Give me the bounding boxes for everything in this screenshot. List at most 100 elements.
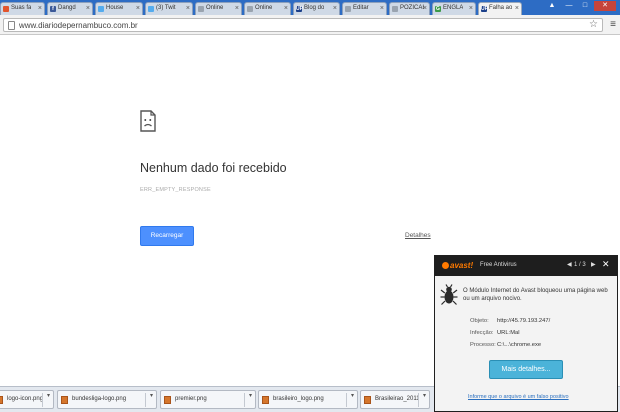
tab-label: House: [106, 5, 124, 11]
avast-row-object: Objeto: http://45.79.193.247/: [470, 317, 550, 325]
details-link[interactable]: Detalhes: [405, 232, 431, 239]
address-bar[interactable]: www.diariodepernambuco.com.br ☆: [3, 18, 603, 32]
tab-3[interactable]: House ×: [95, 2, 143, 15]
maximize-button[interactable]: □: [578, 1, 592, 11]
tab-label: Online: [255, 5, 273, 11]
tab-label: ENGLA: [443, 5, 464, 11]
row-value: http://45.79.193.247/: [497, 318, 551, 324]
tab-10[interactable]: G ENGLA ×: [432, 2, 476, 15]
divider: [346, 393, 347, 407]
image-file-icon: [364, 396, 371, 404]
tab-close-icon[interactable]: ×: [515, 3, 519, 14]
tab-label: Blog do: [304, 5, 325, 11]
page-icon: [8, 21, 15, 30]
close-window-button[interactable]: ✕: [594, 1, 616, 11]
image-file-icon: [0, 396, 3, 404]
tab-2[interactable]: f Dangd ×: [47, 2, 93, 15]
download-filename: logo-icon.png: [7, 396, 43, 402]
bookmark-star-icon[interactable]: ☆: [589, 19, 598, 31]
row-key: Infecção:: [470, 330, 494, 336]
download-filename: brasileiro_logo.png: [273, 396, 324, 402]
tab-5[interactable]: Online ×: [195, 2, 242, 15]
avast-logo: avast!: [442, 260, 473, 271]
download-item[interactable]: brasileiro_logo.png ▾: [258, 390, 358, 409]
error-title: Nenhum dado foi recebido: [140, 161, 287, 175]
tab-favicon-icon: [3, 6, 9, 12]
avast-row-process: Processo:C:\...\chrome.exe: [470, 341, 541, 349]
tab-7[interactable]: UP Blog do ×: [293, 2, 340, 15]
download-item[interactable]: bundesliga-logo.png ▾: [57, 390, 157, 409]
tab-1[interactable]: Suas fa ×: [0, 2, 45, 15]
reload-button[interactable]: Recarregar: [140, 226, 194, 246]
tab-favicon-icon: [247, 6, 253, 12]
avast-message: O Módulo Internet do Avast bloqueou uma …: [463, 288, 608, 302]
sad-page-icon: [140, 110, 156, 132]
bug-icon: [440, 284, 458, 305]
tab-favicon-icon: [198, 6, 204, 12]
row-value: C:\...\chrome.exe: [497, 342, 542, 348]
tab-favicon-icon: [392, 6, 398, 12]
tab-favicon-icon: [148, 6, 154, 12]
row-value: URL:Mal: [497, 330, 520, 336]
tab-close-icon[interactable]: ×: [284, 3, 288, 14]
tab-favicon-icon: UP: [296, 6, 303, 12]
download-item[interactable]: Brasileirao_2011_Lo...png ▾: [360, 390, 430, 409]
tab-favicon-icon: [98, 6, 104, 12]
url-text[interactable]: www.diariodepernambuco.com.br: [19, 20, 138, 31]
avast-row-infection: Infecção: URL:Mal: [470, 329, 520, 337]
avast-brand: avast!: [450, 261, 474, 270]
more-details-button[interactable]: Mais detalhes...: [489, 360, 563, 379]
tab-8[interactable]: Editar ×: [342, 2, 387, 15]
tab-6[interactable]: Online ×: [244, 2, 291, 15]
tab-close-icon[interactable]: ×: [423, 3, 427, 14]
tab-close-icon[interactable]: ×: [136, 3, 140, 14]
tab-close-icon[interactable]: ×: [86, 3, 90, 14]
download-item[interactable]: premier.png ▾: [160, 390, 256, 409]
avast-ball-icon: [442, 262, 449, 269]
tab-11[interactable]: UP Falha ao ×: [478, 2, 522, 15]
download-item[interactable]: logo-icon.png ▾: [0, 390, 54, 409]
avast-header: avast! Free Antivirus ◀ 1 / 3 ▶ ✕: [435, 256, 617, 276]
tab-close-icon[interactable]: ×: [186, 3, 190, 14]
tab-favicon-icon: [345, 6, 351, 12]
avast-close-icon[interactable]: ✕: [602, 259, 610, 270]
tab-label: POZICAI: [400, 5, 425, 11]
image-file-icon: [262, 396, 269, 404]
tab-label: Falha ao: [489, 5, 513, 11]
tab-close-icon[interactable]: ×: [235, 3, 239, 14]
browser-toolbar: www.diariodepernambuco.com.br ☆ ≡: [0, 15, 620, 35]
tab-close-icon[interactable]: ×: [38, 3, 42, 14]
previous-arrow-icon[interactable]: ◀: [567, 261, 572, 270]
error-code: ERR_EMPTY_RESPONSE: [140, 187, 211, 193]
chrome-menu-icon[interactable]: ≡: [610, 19, 616, 31]
download-filename: Brasileirao_2011_Lo...png: [375, 396, 419, 402]
user-menu-button[interactable]: ▲: [545, 1, 559, 11]
tab-close-icon[interactable]: ×: [469, 3, 473, 14]
minimize-button[interactable]: —: [562, 1, 576, 11]
next-arrow-icon[interactable]: ▶: [591, 261, 596, 270]
tab-label: Editar: [353, 5, 369, 11]
tab-close-icon[interactable]: ×: [380, 3, 384, 14]
tab-favicon-icon: f: [50, 6, 56, 12]
dropdown-arrow-icon[interactable]: ▾: [423, 392, 426, 399]
tab-9[interactable]: POZICAI ×: [389, 2, 430, 15]
tab-favicon-icon: G: [435, 6, 441, 12]
dropdown-arrow-icon[interactable]: ▾: [47, 392, 50, 399]
image-file-icon: [61, 396, 68, 404]
divider: [244, 393, 245, 407]
tab-4[interactable]: (3) Twit ×: [145, 2, 193, 15]
divider: [418, 393, 419, 407]
dropdown-arrow-icon[interactable]: ▾: [249, 392, 252, 399]
avast-popup: avast! Free Antivirus ◀ 1 / 3 ▶ ✕ O Módu…: [434, 255, 618, 412]
row-key: Processo:: [470, 342, 496, 348]
tab-label: (3) Twit: [156, 5, 176, 11]
tab-close-icon[interactable]: ×: [333, 3, 337, 14]
dropdown-arrow-icon[interactable]: ▾: [351, 392, 354, 399]
tab-label: Online: [206, 5, 224, 11]
tab-label: Dangd: [58, 5, 76, 11]
dropdown-arrow-icon[interactable]: ▾: [150, 392, 153, 399]
false-positive-link[interactable]: Informe que o arquivo é um falso positiv…: [468, 394, 569, 400]
tab-favicon-icon: UP: [481, 6, 488, 12]
avast-product-name: Free Antivirus: [480, 262, 517, 268]
divider: [42, 393, 43, 407]
